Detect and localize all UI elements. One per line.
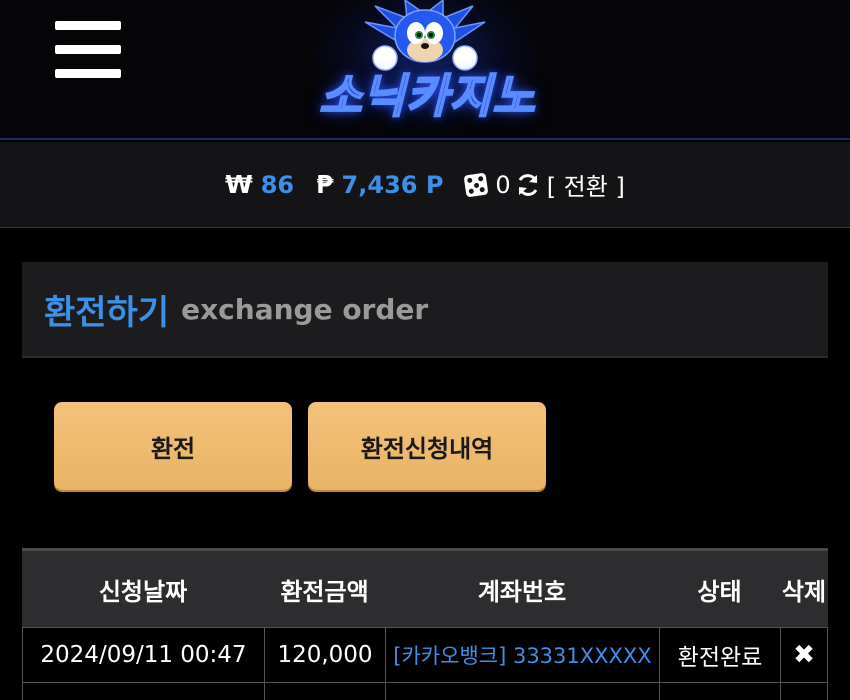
cell-empty xyxy=(780,683,828,700)
hamburger-menu-icon[interactable] xyxy=(52,18,124,82)
won-balance-value: 86 xyxy=(260,170,295,199)
refresh-icon[interactable] xyxy=(515,172,541,198)
column-header-account: 계좌번호 xyxy=(477,577,567,606)
column-header-amount: 환전금액 xyxy=(280,577,369,606)
column-header-date: 신청날짜 xyxy=(98,577,188,606)
table-header: 신청날짜 환전금액 계좌번호 상태 삭제 xyxy=(22,551,828,627)
table-row-partial xyxy=(22,683,828,700)
site-logo[interactable]: 소닉카지노 xyxy=(285,0,570,135)
table-row: 2024/09/11 00:47 120,000 [카카오뱅크] 33331XX… xyxy=(22,627,828,683)
delete-cell: ✖ xyxy=(780,628,828,682)
switch-button[interactable]: [ 전환 ] xyxy=(547,167,625,202)
delete-icon[interactable]: ✖ xyxy=(793,640,815,670)
cell-amount: 120,000 xyxy=(264,628,385,682)
cell-empty xyxy=(659,683,780,700)
site-header: 소닉카지노 xyxy=(0,0,850,140)
exchange-history-button[interactable]: 환전신청내역 xyxy=(308,402,546,490)
exchange-history-table: 신청날짜 환전금액 계좌번호 상태 삭제 2024/09/11 00:47 12… xyxy=(22,548,828,700)
column-header-status: 상태 xyxy=(697,577,742,606)
app-root: 소닉카지노 ₩ 86 ₱ 7,436 P 0 [ 전환 ] 환전하기 excha… xyxy=(0,0,850,700)
balance-bar: ₩ 86 ₱ 7,436 P 0 [ 전환 ] xyxy=(0,142,850,228)
won-balance: ₩ 86 xyxy=(225,170,294,199)
page-title: 환전하기 xyxy=(44,292,170,333)
cell-empty xyxy=(385,683,659,700)
cell-empty xyxy=(22,683,264,700)
exchange-button[interactable]: 환전 xyxy=(54,402,292,490)
column-header-delete: 삭제 xyxy=(781,577,827,606)
point-balance: ₱ 7,436 P xyxy=(316,170,443,199)
cell-status: 환전완료 xyxy=(659,628,780,682)
cell-account: [카카오뱅크] 33331XXXXX xyxy=(385,628,659,682)
point-currency-icon: ₱ xyxy=(316,170,334,199)
exchange-panel-header: 환전하기 exchange order xyxy=(22,262,828,358)
dice-balance: 0 [ 전환 ] xyxy=(463,167,625,202)
cell-date: 2024/09/11 00:47 xyxy=(22,628,264,682)
page-subtitle: exchange order xyxy=(181,292,429,326)
dice-count: 0 xyxy=(495,170,511,199)
exchange-panel-body: 환전 환전신청내역 xyxy=(22,360,828,540)
cell-empty xyxy=(264,683,385,700)
won-currency-icon: ₩ xyxy=(225,170,253,199)
dice-icon xyxy=(463,172,489,197)
point-balance-value: 7,436 P xyxy=(341,170,444,199)
logo-text: 소닉카지노 xyxy=(318,68,536,124)
